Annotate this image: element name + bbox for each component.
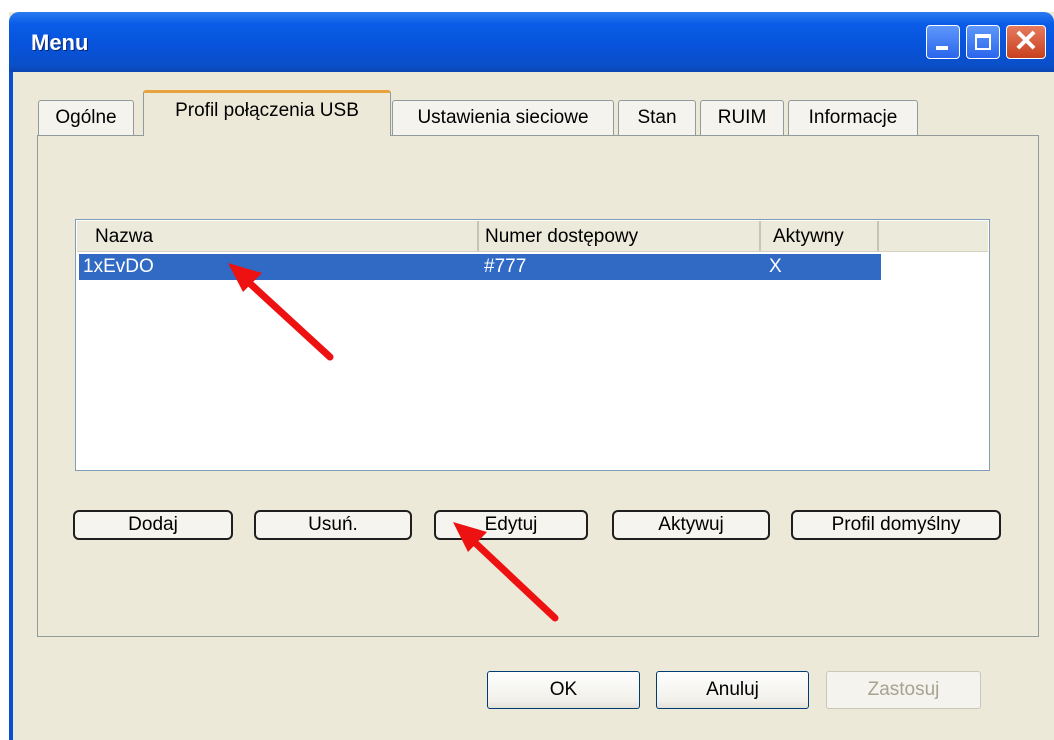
profile-list[interactable]: Nazwa Numer dostępowy Aktywny 1xEvDO #77…	[75, 219, 990, 471]
column-header-nazwa[interactable]: Nazwa	[77, 221, 479, 251]
tab-ogolne[interactable]: Ogólne	[38, 100, 134, 136]
edit-button[interactable]: Edytuj	[434, 510, 588, 540]
close-button[interactable]: ✕	[1006, 25, 1046, 59]
cancel-button[interactable]: Anuluj	[656, 671, 809, 709]
row-name: 1xEvDO	[83, 256, 154, 277]
tab-ustawienia-sieciowe[interactable]: Ustawienia sieciowe	[392, 100, 614, 136]
tab-informacje[interactable]: Informacje	[788, 100, 918, 136]
tab-ruim[interactable]: RUIM	[700, 100, 784, 136]
default-profile-button[interactable]: Profil domyślny	[791, 510, 1001, 540]
apply-button[interactable]: Zastosuj	[826, 671, 981, 709]
row-number: #777	[484, 256, 527, 277]
row-active: X	[769, 256, 782, 277]
ok-button[interactable]: OK	[487, 671, 640, 709]
window-border	[9, 72, 13, 740]
close-icon: ✕	[1013, 25, 1039, 58]
title-bar[interactable]: Menu ✕	[9, 12, 1054, 72]
list-header: Nazwa Numer dostępowy Aktywny	[77, 221, 988, 252]
maximize-icon	[975, 34, 991, 50]
tab-profil-usb[interactable]: Profil połączenia USB	[143, 90, 391, 136]
add-button[interactable]: Dodaj	[73, 510, 233, 540]
tab-stan[interactable]: Stan	[618, 100, 696, 136]
activate-button[interactable]: Aktywuj	[612, 510, 770, 540]
minimize-icon	[936, 46, 948, 50]
maximize-button[interactable]	[966, 25, 1000, 59]
column-header-numer[interactable]: Numer dostępowy	[479, 221, 761, 251]
minimize-button[interactable]	[926, 25, 960, 59]
table-row[interactable]: 1xEvDO #777 X	[79, 254, 881, 280]
column-header-aktywny[interactable]: Aktywny	[761, 221, 879, 251]
window-title: Menu	[31, 30, 89, 55]
delete-button[interactable]: Usuń.	[254, 510, 412, 540]
